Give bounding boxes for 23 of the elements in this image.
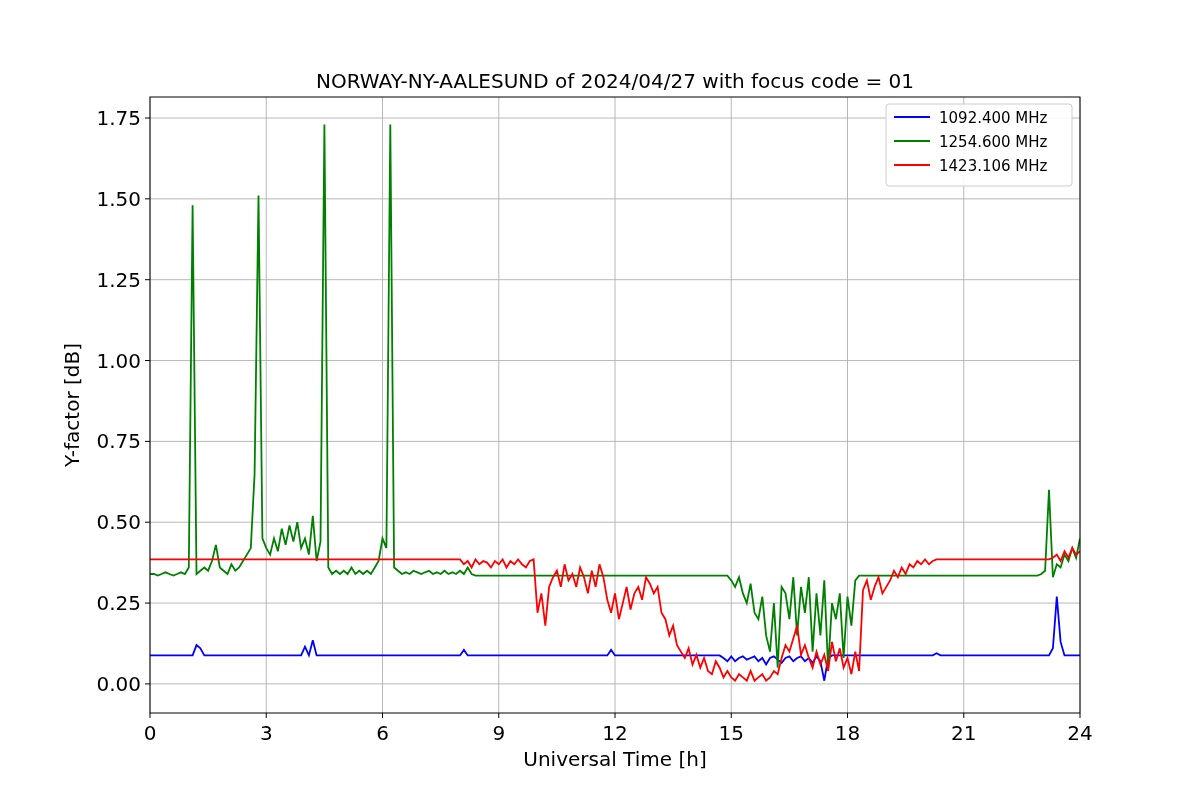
- y-tick-label: 1.75: [96, 106, 141, 130]
- legend-label: 1092.400 MHz: [939, 108, 1048, 127]
- x-tick-label: 6: [376, 721, 389, 745]
- y-tick-label: 1.00: [96, 348, 141, 373]
- x-tick-label: 0: [143, 721, 157, 745]
- y-axis-label: Y-factor [dB]: [60, 343, 84, 467]
- y-tick-label: 0.00: [96, 671, 141, 696]
- y-tick-label: 1.25: [96, 267, 141, 292]
- y-tick-label: 1.50: [96, 186, 141, 211]
- y-tick-label: 0.50: [96, 510, 141, 535]
- x-axis-label: Universal Time [h]: [523, 747, 707, 771]
- x-tick-label: 9: [492, 721, 506, 745]
- legend-label: 1423.106 MHz: [939, 156, 1048, 175]
- chart-title: NORWAY-NY-AALESUND of 2024/04/27 with focus code = 01: [316, 69, 914, 93]
- legend-label: 1254.600 MHz: [939, 132, 1048, 151]
- x-tick-label: 24: [1067, 721, 1093, 745]
- x-tick-label: 18: [834, 721, 861, 745]
- x-tick-label: 3: [259, 721, 273, 745]
- x-tick-label: 21: [951, 721, 977, 745]
- y-tick-label: 0.25: [96, 591, 141, 616]
- x-tick-label: 12: [602, 721, 628, 745]
- x-tick-label: 15: [718, 721, 744, 745]
- y-tick-label: 0.75: [96, 429, 141, 454]
